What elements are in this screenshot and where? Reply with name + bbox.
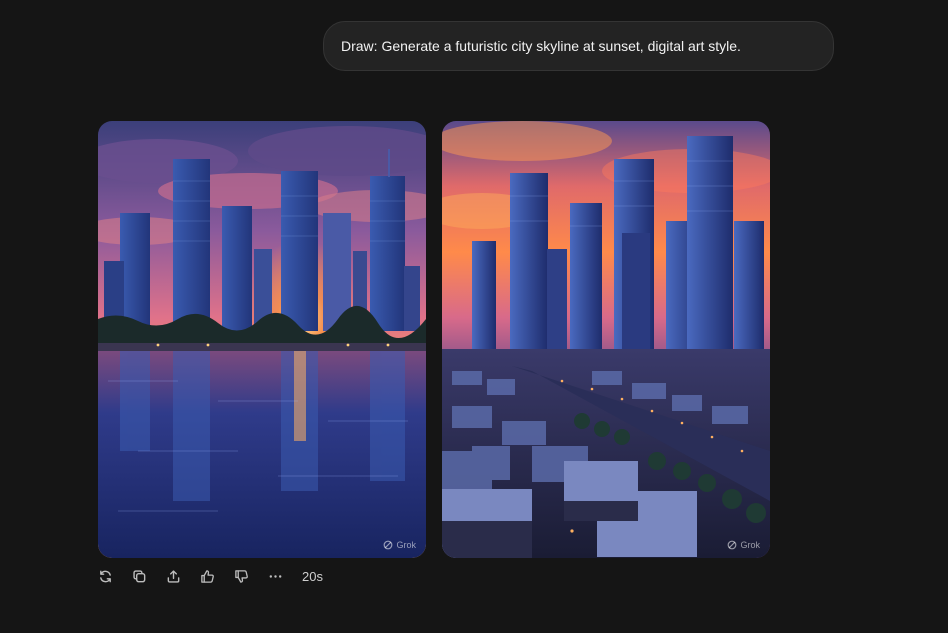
thumbs-down-button[interactable] [234,566,268,586]
thumbs-up-button[interactable] [200,566,234,586]
thumbs-up-icon [201,569,214,583]
grok-logo-icon [728,540,737,550]
response-time: 20s [302,568,323,584]
generated-image-1[interactable]: Grok [98,121,426,558]
watermark-text: Grok [740,540,760,550]
copy-button[interactable] [132,566,166,586]
copy-icon [133,569,146,582]
grok-logo-icon [384,540,393,550]
image-1-art [98,121,426,558]
more-icon [269,574,282,578]
share-button[interactable] [166,566,200,586]
watermark-text: Grok [396,540,416,550]
regenerate-button[interactable] [98,566,132,586]
response-action-bar: 20s [98,566,323,586]
user-message-bubble: Draw: Generate a futuristic city skyline… [323,21,834,71]
grok-watermark: Grok [727,540,760,550]
grok-watermark: Grok [383,540,416,550]
image-2-art [442,121,770,558]
more-options-button[interactable] [268,566,302,586]
share-icon [167,569,180,583]
thumbs-down-icon [235,569,248,583]
generated-image-2[interactable]: Grok [442,121,770,558]
user-message-text: Draw: Generate a futuristic city skyline… [341,38,741,54]
regenerate-icon [100,570,111,582]
